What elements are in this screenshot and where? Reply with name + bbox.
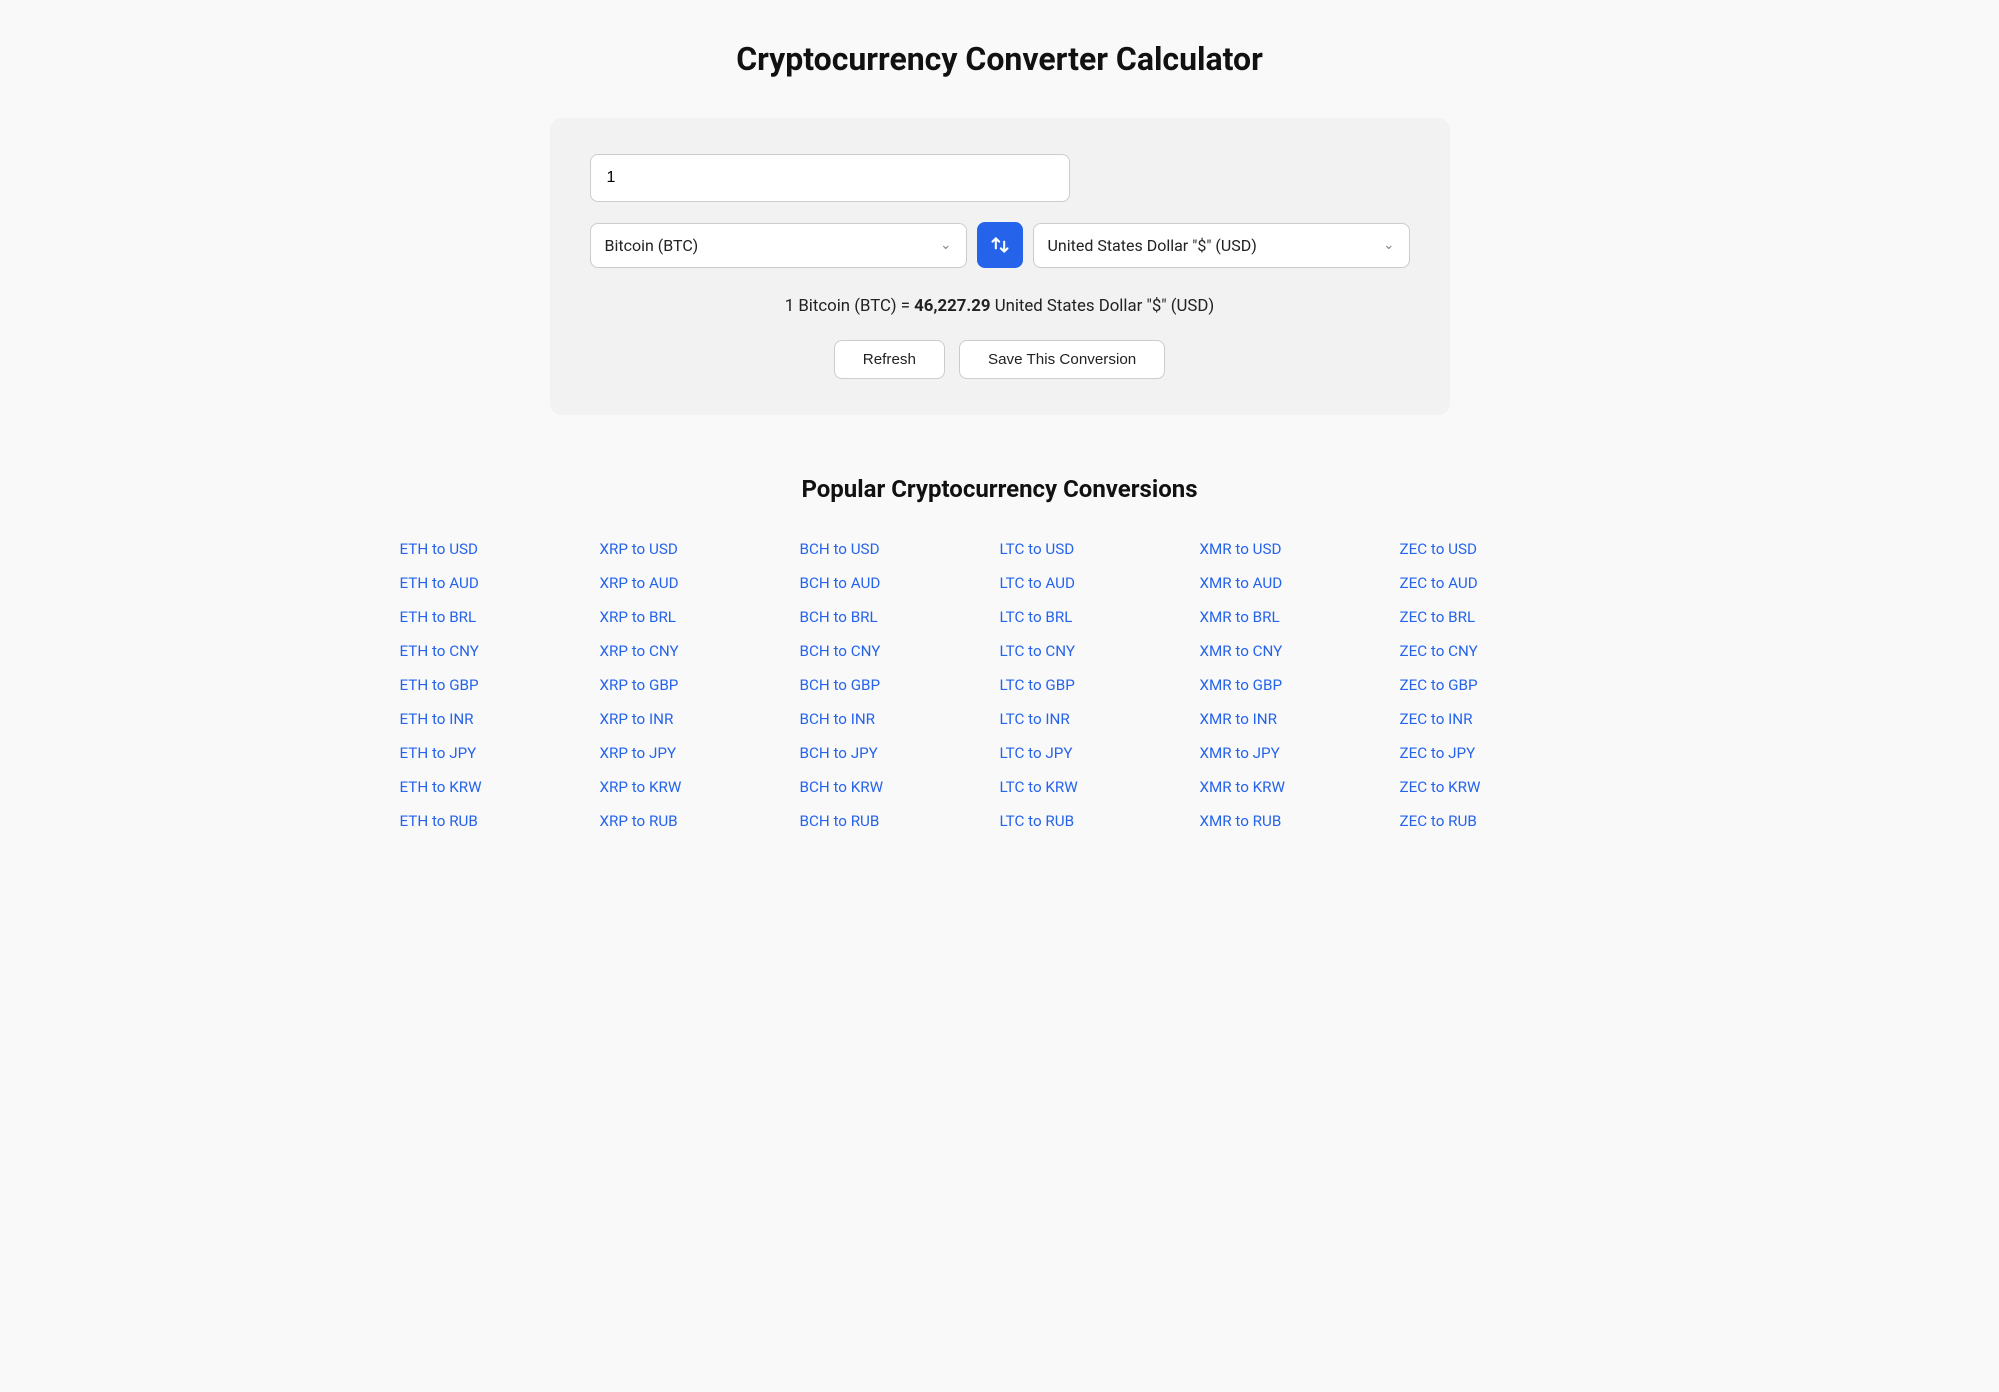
conversion-link[interactable]: LTC to INR bbox=[1000, 705, 1200, 733]
conversion-link[interactable]: BCH to BRL bbox=[800, 603, 1000, 631]
from-currency-chevron-icon: ⌄ bbox=[940, 237, 951, 253]
conversion-link[interactable]: ZEC to GBP bbox=[1400, 671, 1600, 699]
conversion-link[interactable]: ZEC to BRL bbox=[1400, 603, 1600, 631]
conversion-link[interactable]: XRP to BRL bbox=[600, 603, 800, 631]
conversion-link[interactable]: LTC to AUD bbox=[1000, 569, 1200, 597]
to-currency-selector[interactable]: United States Dollar "$" (USD) ⌄ bbox=[1033, 223, 1410, 268]
currency-row: Bitcoin (BTC) ⌄ United States Dollar "$"… bbox=[590, 222, 1410, 268]
conversion-link[interactable]: BCH to INR bbox=[800, 705, 1000, 733]
conversion-link[interactable]: ETH to BRL bbox=[400, 603, 600, 631]
conversion-link[interactable]: XMR to KRW bbox=[1200, 773, 1400, 801]
refresh-button[interactable]: Refresh bbox=[834, 340, 945, 379]
conversion-link[interactable]: XRP to GBP bbox=[600, 671, 800, 699]
conversion-link[interactable]: ETH to USD bbox=[400, 535, 600, 563]
conversion-link[interactable]: ETH to GBP bbox=[400, 671, 600, 699]
conversion-link[interactable]: ZEC to AUD bbox=[1400, 569, 1600, 597]
conversion-link[interactable]: ZEC to JPY bbox=[1400, 739, 1600, 767]
conversion-link[interactable]: LTC to GBP bbox=[1000, 671, 1200, 699]
result-unit: United States Dollar "$" (USD) bbox=[995, 296, 1215, 316]
result-row: 1 Bitcoin (BTC) = 46,227.29 United State… bbox=[590, 296, 1410, 316]
conversion-link[interactable]: ZEC to CNY bbox=[1400, 637, 1600, 665]
popular-section: Popular Cryptocurrency Conversions ETH t… bbox=[400, 475, 1600, 835]
conversion-link[interactable]: ZEC to INR bbox=[1400, 705, 1600, 733]
result-equals: = bbox=[901, 296, 914, 316]
conversion-link[interactable]: XMR to CNY bbox=[1200, 637, 1400, 665]
save-conversion-button[interactable]: Save This Conversion bbox=[959, 340, 1165, 379]
amount-input[interactable] bbox=[590, 154, 1070, 202]
conversion-link[interactable]: LTC to KRW bbox=[1000, 773, 1200, 801]
from-currency-label: Bitcoin (BTC) bbox=[605, 236, 933, 255]
conversion-link[interactable]: XMR to GBP bbox=[1200, 671, 1400, 699]
conversion-link[interactable]: XMR to JPY bbox=[1200, 739, 1400, 767]
from-currency-selector[interactable]: Bitcoin (BTC) ⌄ bbox=[590, 223, 967, 268]
conversion-link[interactable]: XMR to INR bbox=[1200, 705, 1400, 733]
conversion-link[interactable]: LTC to JPY bbox=[1000, 739, 1200, 767]
conversion-link[interactable]: BCH to RUB bbox=[800, 807, 1000, 835]
conversion-link[interactable]: ZEC to USD bbox=[1400, 535, 1600, 563]
page-title: Cryptocurrency Converter Calculator bbox=[20, 40, 1979, 78]
conversion-link[interactable]: BCH to USD bbox=[800, 535, 1000, 563]
conversion-link[interactable]: BCH to KRW bbox=[800, 773, 1000, 801]
conversion-link[interactable]: ETH to KRW bbox=[400, 773, 600, 801]
conversion-link[interactable]: LTC to BRL bbox=[1000, 603, 1200, 631]
conversion-link[interactable]: XRP to AUD bbox=[600, 569, 800, 597]
conversion-link[interactable]: XRP to JPY bbox=[600, 739, 800, 767]
conversion-link[interactable]: XRP to INR bbox=[600, 705, 800, 733]
conversion-link[interactable]: XMR to BRL bbox=[1200, 603, 1400, 631]
conversion-link[interactable]: ETH to RUB bbox=[400, 807, 600, 835]
swap-icon bbox=[990, 235, 1010, 255]
conversion-link[interactable]: ETH to JPY bbox=[400, 739, 600, 767]
swap-button[interactable] bbox=[977, 222, 1023, 268]
converter-card: Bitcoin (BTC) ⌄ United States Dollar "$"… bbox=[550, 118, 1450, 415]
conversion-link[interactable]: XRP to USD bbox=[600, 535, 800, 563]
result-value: 46,227.29 bbox=[914, 296, 990, 316]
conversion-link[interactable]: XMR to RUB bbox=[1200, 807, 1400, 835]
conversion-link[interactable]: ETH to AUD bbox=[400, 569, 600, 597]
conversion-link[interactable]: ETH to CNY bbox=[400, 637, 600, 665]
to-currency-label: United States Dollar "$" (USD) bbox=[1048, 236, 1376, 255]
conversion-link[interactable]: LTC to RUB bbox=[1000, 807, 1200, 835]
conversion-link[interactable]: ZEC to KRW bbox=[1400, 773, 1600, 801]
conversion-link[interactable]: XMR to AUD bbox=[1200, 569, 1400, 597]
conversion-link[interactable]: XRP to KRW bbox=[600, 773, 800, 801]
conversion-link[interactable]: XMR to USD bbox=[1200, 535, 1400, 563]
to-currency-chevron-icon: ⌄ bbox=[1383, 237, 1394, 253]
conversion-link[interactable]: XRP to RUB bbox=[600, 807, 800, 835]
result-from-text: 1 Bitcoin (BTC) bbox=[785, 296, 897, 316]
action-buttons: Refresh Save This Conversion bbox=[590, 340, 1410, 379]
conversion-link[interactable]: XRP to CNY bbox=[600, 637, 800, 665]
conversion-link[interactable]: LTC to CNY bbox=[1000, 637, 1200, 665]
popular-title: Popular Cryptocurrency Conversions bbox=[400, 475, 1600, 503]
conversion-link[interactable]: BCH to AUD bbox=[800, 569, 1000, 597]
conversion-link[interactable]: BCH to CNY bbox=[800, 637, 1000, 665]
conversion-link[interactable]: ZEC to RUB bbox=[1400, 807, 1600, 835]
conversion-link[interactable]: BCH to GBP bbox=[800, 671, 1000, 699]
conversion-link[interactable]: BCH to JPY bbox=[800, 739, 1000, 767]
conversion-link[interactable]: ETH to INR bbox=[400, 705, 600, 733]
conversions-grid: ETH to USDXRP to USDBCH to USDLTC to USD… bbox=[400, 535, 1600, 835]
conversion-link[interactable]: LTC to USD bbox=[1000, 535, 1200, 563]
